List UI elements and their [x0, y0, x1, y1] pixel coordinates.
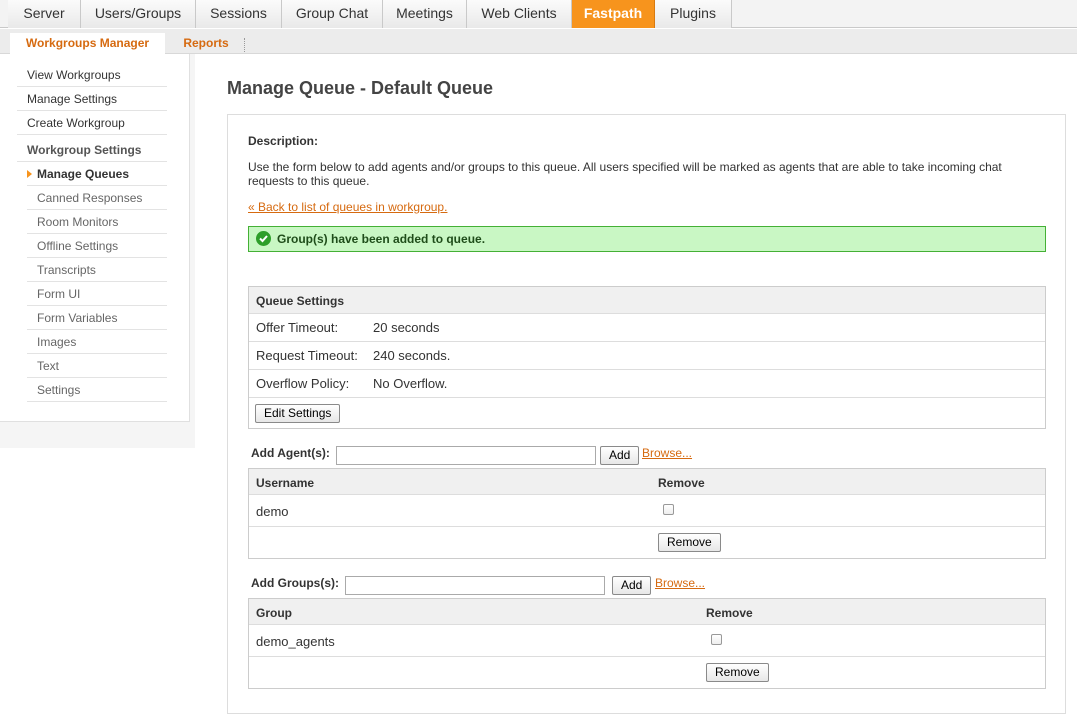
- tab-web-clients[interactable]: Web Clients: [467, 0, 572, 28]
- sidebar-item-room-monitors[interactable]: Room Monitors: [27, 210, 167, 234]
- queue-settings-header: Queue Settings: [249, 287, 1045, 314]
- group-name: demo_agents: [256, 634, 335, 649]
- sidebar-item-label: Images: [37, 335, 77, 349]
- groups-table-header: Group Remove: [249, 599, 1045, 625]
- top-navigation: Server Users/Groups Sessions Group Chat …: [0, 0, 1077, 28]
- sidebar-item-canned-responses[interactable]: Canned Responses: [27, 186, 167, 210]
- tab-users-groups[interactable]: Users/Groups: [81, 0, 196, 28]
- success-message-text: Group(s) have been added to queue.: [277, 232, 486, 246]
- sidebar: View Workgroups Manage Settings Create W…: [0, 54, 195, 448]
- sidebar-panel: View Workgroups Manage Settings Create W…: [0, 54, 190, 422]
- description-label: Description:: [248, 134, 319, 148]
- add-agent-button[interactable]: Add: [600, 446, 640, 465]
- overflow-policy-row: Overflow Policy: No Overflow.: [249, 370, 1045, 398]
- add-groups-input[interactable]: [345, 576, 605, 595]
- table-row: demo_agents: [249, 625, 1045, 657]
- sidebar-item-create-workgroup[interactable]: Create Workgroup: [17, 111, 167, 135]
- remove-group-checkbox[interactable]: [711, 634, 722, 645]
- add-groups-label: Add Groups(s):: [251, 576, 339, 590]
- sidebar-item-label: Create Workgroup: [27, 116, 125, 130]
- sidebar-item-settings[interactable]: Settings: [27, 378, 167, 402]
- browse-agents-link[interactable]: Browse...: [642, 446, 692, 460]
- browse-groups-link[interactable]: Browse...: [655, 576, 705, 590]
- tab-meetings[interactable]: Meetings: [383, 0, 467, 28]
- sidebar-item-form-ui[interactable]: Form UI: [27, 282, 167, 306]
- groups-table: Group Remove demo_agents Remove: [248, 598, 1046, 689]
- offer-timeout-row: Offer Timeout: 20 seconds: [249, 314, 1045, 342]
- tab-server[interactable]: Server: [8, 0, 81, 28]
- description-text: Use the form below to add agents and/or …: [248, 160, 1002, 188]
- agents-table: Username Remove demo Remove: [248, 468, 1046, 559]
- sidebar-item-label: Settings: [37, 383, 81, 397]
- tab-plugins[interactable]: Plugins: [655, 0, 732, 28]
- sidebar-item-manage-settings[interactable]: Manage Settings: [17, 87, 167, 111]
- column-remove: Remove: [706, 606, 753, 620]
- remove-agents-button[interactable]: Remove: [658, 533, 721, 552]
- sidebar-item-label: Transcripts: [37, 263, 96, 277]
- sidebar-item-view-workgroups[interactable]: View Workgroups: [17, 63, 167, 87]
- sidebar-item-offline-settings[interactable]: Offline Settings: [27, 234, 167, 258]
- success-message: Group(s) have been added to queue.: [248, 226, 1046, 252]
- sidebar-item-transcripts[interactable]: Transcripts: [27, 258, 167, 282]
- sidebar-item-label: Room Monitors: [37, 215, 119, 229]
- sidebar-item-label: Offline Settings: [37, 239, 119, 253]
- column-remove: Remove: [658, 476, 705, 490]
- sidebar-item-form-variables[interactable]: Form Variables: [27, 306, 167, 330]
- offer-timeout-value: 20 seconds: [373, 320, 440, 335]
- sidebar-item-label: Canned Responses: [37, 191, 143, 205]
- overflow-policy-label: Overflow Policy:: [256, 376, 350, 391]
- subtab-reports[interactable]: Reports: [176, 33, 236, 54]
- offer-timeout-label: Offer Timeout:: [256, 320, 339, 335]
- add-agents-label: Add Agent(s):: [251, 446, 330, 460]
- page-title: Manage Queue - Default Queue: [227, 78, 494, 98]
- column-group: Group: [256, 606, 292, 620]
- remove-agent-checkbox[interactable]: [663, 504, 674, 515]
- sidebar-item-label: Manage Settings: [27, 92, 118, 106]
- request-timeout-value: 240 seconds.: [373, 348, 451, 363]
- sidebar-item-label: Form Variables: [37, 311, 118, 325]
- overflow-policy-value: No Overflow.: [373, 376, 448, 391]
- sidebar-heading-label: Workgroup Settings: [27, 143, 142, 157]
- queue-settings-heading: Queue Settings: [256, 294, 345, 308]
- remove-groups-button[interactable]: Remove: [706, 663, 769, 682]
- request-timeout-label: Request Timeout:: [256, 348, 358, 363]
- sidebar-item-manage-queues[interactable]: Manage Queues: [27, 162, 167, 186]
- queue-settings-box: Queue Settings Offer Timeout: 20 seconds…: [248, 286, 1046, 429]
- sidebar-item-label: Manage Queues: [37, 167, 130, 181]
- sidebar-item-images[interactable]: Images: [27, 330, 167, 354]
- agents-table-header: Username Remove: [249, 469, 1045, 495]
- back-to-queues-link[interactable]: « Back to list of queues in workgroup.: [248, 200, 447, 214]
- tab-group-chat[interactable]: Group Chat: [282, 0, 383, 28]
- agent-username: demo: [256, 504, 289, 519]
- request-timeout-row: Request Timeout: 240 seconds.: [249, 342, 1045, 370]
- sidebar-item-label: View Workgroups: [27, 68, 121, 82]
- current-arrow-icon: [27, 170, 32, 178]
- sidebar-item-label: Form UI: [37, 287, 81, 301]
- subnav-divider: [244, 38, 245, 52]
- table-row: demo: [249, 495, 1045, 527]
- sidebar-item-text[interactable]: Text: [27, 354, 167, 378]
- check-circle-icon: [256, 231, 271, 246]
- add-agents-input[interactable]: [336, 446, 596, 465]
- edit-settings-button[interactable]: Edit Settings: [255, 404, 341, 423]
- sub-navigation: Workgroups Manager Reports: [0, 29, 1077, 54]
- add-group-button[interactable]: Add: [612, 576, 652, 595]
- subtab-workgroups-manager[interactable]: Workgroups Manager: [10, 33, 165, 54]
- column-username: Username: [256, 476, 315, 490]
- sidebar-item-label: Text: [37, 359, 60, 373]
- tab-sessions[interactable]: Sessions: [196, 0, 282, 28]
- sidebar-section-heading: Workgroup Settings: [17, 138, 167, 162]
- tab-fastpath[interactable]: Fastpath: [572, 0, 655, 28]
